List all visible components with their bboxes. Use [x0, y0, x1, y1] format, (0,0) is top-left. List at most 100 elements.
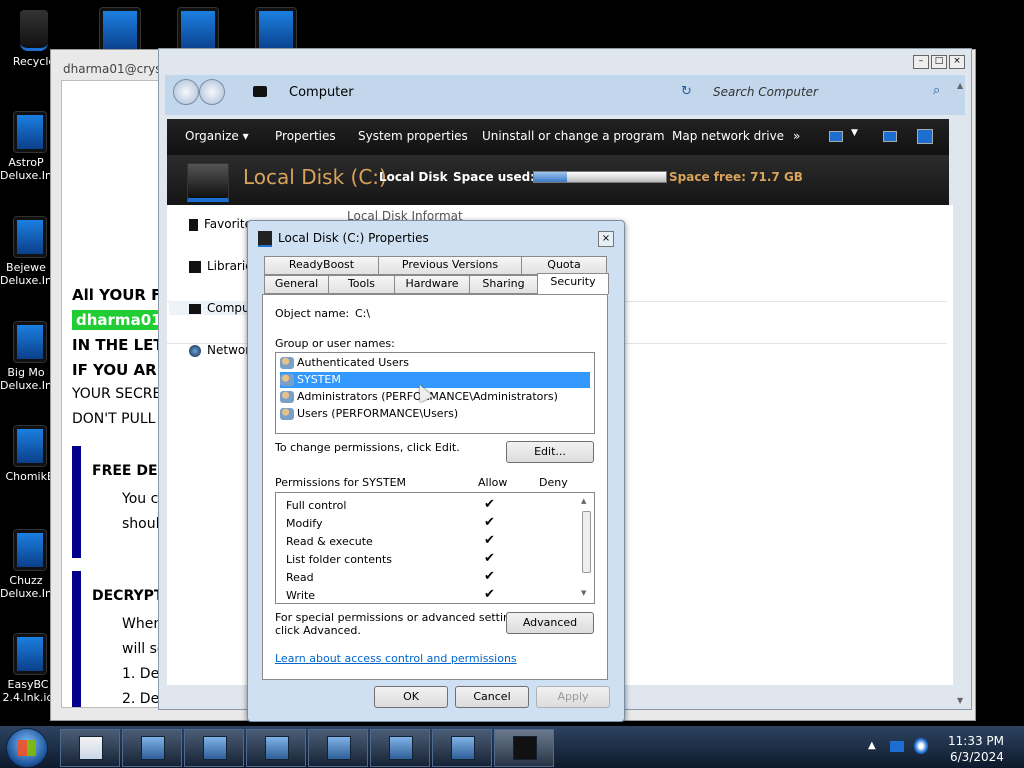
- show-hidden-icons[interactable]: ▲: [868, 740, 876, 751]
- allow-check: ✔: [484, 587, 495, 602]
- minimize-icon[interactable]: –: [913, 55, 929, 69]
- nav-label: Networ: [207, 343, 251, 357]
- permissions-list[interactable]: Full control ✔ Modify ✔ Read & execute ✔…: [275, 492, 595, 604]
- user-list[interactable]: Authenticated Users SYSTEM Administrator…: [275, 352, 595, 434]
- apply-button[interactable]: Apply: [536, 686, 610, 708]
- taskbar-item[interactable]: [122, 729, 182, 767]
- close-icon[interactable]: ×: [598, 231, 614, 247]
- tab-readyboost[interactable]: ReadyBoost: [264, 256, 379, 275]
- dialog-title: Local Disk (C:) Properties: [278, 231, 429, 245]
- drive-icon: [187, 163, 229, 202]
- user-list-item[interactable]: Users (PERFORMANCE\Users): [280, 406, 590, 422]
- desktop-icon-label: AstroP Deluxe.In: [0, 156, 52, 182]
- note-line: You c: [122, 491, 159, 507]
- organize-button[interactable]: Organize ▾: [185, 129, 249, 143]
- details-header: Local Disk (C:) Local Disk Space used: S…: [167, 155, 949, 205]
- nav-libraries[interactable]: Librarie: [189, 259, 253, 273]
- help-icon[interactable]: [917, 129, 933, 144]
- system-properties-button[interactable]: System properties: [358, 129, 468, 143]
- edit-button[interactable]: Edit...: [506, 441, 594, 463]
- tray-icon[interactable]: [890, 741, 904, 752]
- space-used-fill: [534, 172, 567, 182]
- chevron-down-icon[interactable]: ▼: [851, 128, 858, 138]
- desktop-icon-label: Chuzz Deluxe.In: [0, 574, 52, 600]
- tab-tools[interactable]: Tools: [328, 275, 395, 294]
- taskbar-item[interactable]: [308, 729, 368, 767]
- address-text[interactable]: Computer: [289, 85, 354, 100]
- address-bar-area: Computer ↻ Search Computer ⌕: [165, 75, 965, 115]
- taskbar-item[interactable]: [370, 729, 430, 767]
- clock-time[interactable]: 11:33 PM: [948, 734, 1004, 748]
- group-label: Group or user names:: [275, 337, 395, 350]
- cancel-button[interactable]: Cancel: [455, 686, 529, 708]
- user-group-icon: [280, 357, 294, 369]
- object-name-value: C:\: [355, 307, 371, 320]
- note-line: DON'T PULL: [72, 411, 156, 427]
- tab-sharing[interactable]: Sharing: [469, 275, 538, 294]
- clock-date[interactable]: 6/3/2024: [950, 750, 1004, 764]
- preview-pane-icon[interactable]: [883, 131, 897, 142]
- computer-icon: [189, 303, 201, 314]
- user-name: Users (PERFORMANCE\Users): [297, 407, 459, 420]
- space-used-label: Space used:: [453, 170, 535, 184]
- nav-favorites[interactable]: Favorite: [189, 217, 252, 231]
- nav-network[interactable]: Networ: [189, 343, 250, 357]
- space-used-bar: [533, 171, 667, 183]
- taskbar-item[interactable]: [432, 729, 492, 767]
- section-heading: DECRYPT: [92, 588, 164, 604]
- network-icon: [189, 344, 201, 357]
- scroll-thumb[interactable]: [582, 511, 591, 573]
- scroll-up-icon[interactable]: ▲: [581, 497, 591, 505]
- permission-name: Write: [286, 589, 316, 602]
- taskbar-item[interactable]: [246, 729, 306, 767]
- close-icon[interactable]: ×: [949, 55, 965, 69]
- taskbar-item[interactable]: [184, 729, 244, 767]
- learn-more-link[interactable]: Learn about access control and permissio…: [275, 652, 517, 665]
- desktop-icon-label: Bejewe Deluxe.In: [0, 261, 52, 287]
- user-list-item[interactable]: Administrators (PERFORMANCE\Administrato…: [280, 389, 590, 405]
- nav-computer[interactable]: Compu: [169, 301, 250, 315]
- note-line: shoul: [122, 516, 160, 532]
- tab-security[interactable]: Security: [537, 273, 609, 294]
- start-button[interactable]: [6, 728, 48, 768]
- tab-previous-versions[interactable]: Previous Versions: [378, 256, 522, 275]
- taskbar-item[interactable]: [60, 729, 120, 767]
- special-permissions-text: click Advanced.: [275, 624, 361, 637]
- tab-general[interactable]: General: [264, 275, 329, 294]
- libraries-icon: [189, 260, 201, 273]
- back-button[interactable]: [173, 79, 199, 105]
- installer-icon: [265, 736, 289, 760]
- permission-name: Read & execute: [286, 535, 373, 548]
- maximize-icon[interactable]: □: [931, 55, 947, 69]
- forward-button[interactable]: [199, 79, 225, 105]
- scroll-up-icon[interactable]: ▲: [957, 81, 967, 90]
- shortcut-icon: [14, 322, 46, 362]
- permissions-scrollbar[interactable]: ▲ ▼: [581, 497, 591, 597]
- scroll-down-icon[interactable]: ▼: [581, 589, 586, 597]
- uninstall-button[interactable]: Uninstall or change a program: [482, 129, 665, 143]
- taskbar-item-active[interactable]: [494, 729, 554, 767]
- user-list-item-selected[interactable]: SYSTEM: [280, 372, 590, 388]
- more-commands-button[interactable]: »: [793, 129, 800, 143]
- explorer-scrollbar[interactable]: ▲ ▼: [957, 81, 967, 709]
- allow-check: ✔: [484, 551, 495, 566]
- map-network-drive-button[interactable]: Map network drive: [672, 129, 784, 143]
- section-bar: [72, 446, 81, 558]
- desktop-shortcut-icon[interactable]: [100, 8, 140, 54]
- tab-hardware[interactable]: Hardware: [394, 275, 470, 294]
- scroll-down-icon[interactable]: ▼: [957, 696, 963, 705]
- refresh-icon[interactable]: ↻: [681, 84, 692, 99]
- shortcut-icon: [14, 426, 46, 466]
- desktop-icon-label: Big Mo Deluxe.In: [0, 366, 52, 392]
- search-input[interactable]: Search Computer: [713, 85, 949, 99]
- ok-button[interactable]: OK: [374, 686, 448, 708]
- shortcut-icon: [14, 112, 46, 152]
- view-options-icon[interactable]: [829, 131, 843, 142]
- properties-button[interactable]: Properties: [275, 129, 336, 143]
- search-icon[interactable]: ⌕: [933, 83, 940, 98]
- permission-name: Modify: [286, 517, 323, 530]
- network-tray-icon[interactable]: [914, 738, 928, 754]
- recycle-bin-icon: [20, 10, 48, 51]
- advanced-button[interactable]: Advanced: [506, 612, 594, 634]
- user-list-item[interactable]: Authenticated Users: [280, 355, 590, 371]
